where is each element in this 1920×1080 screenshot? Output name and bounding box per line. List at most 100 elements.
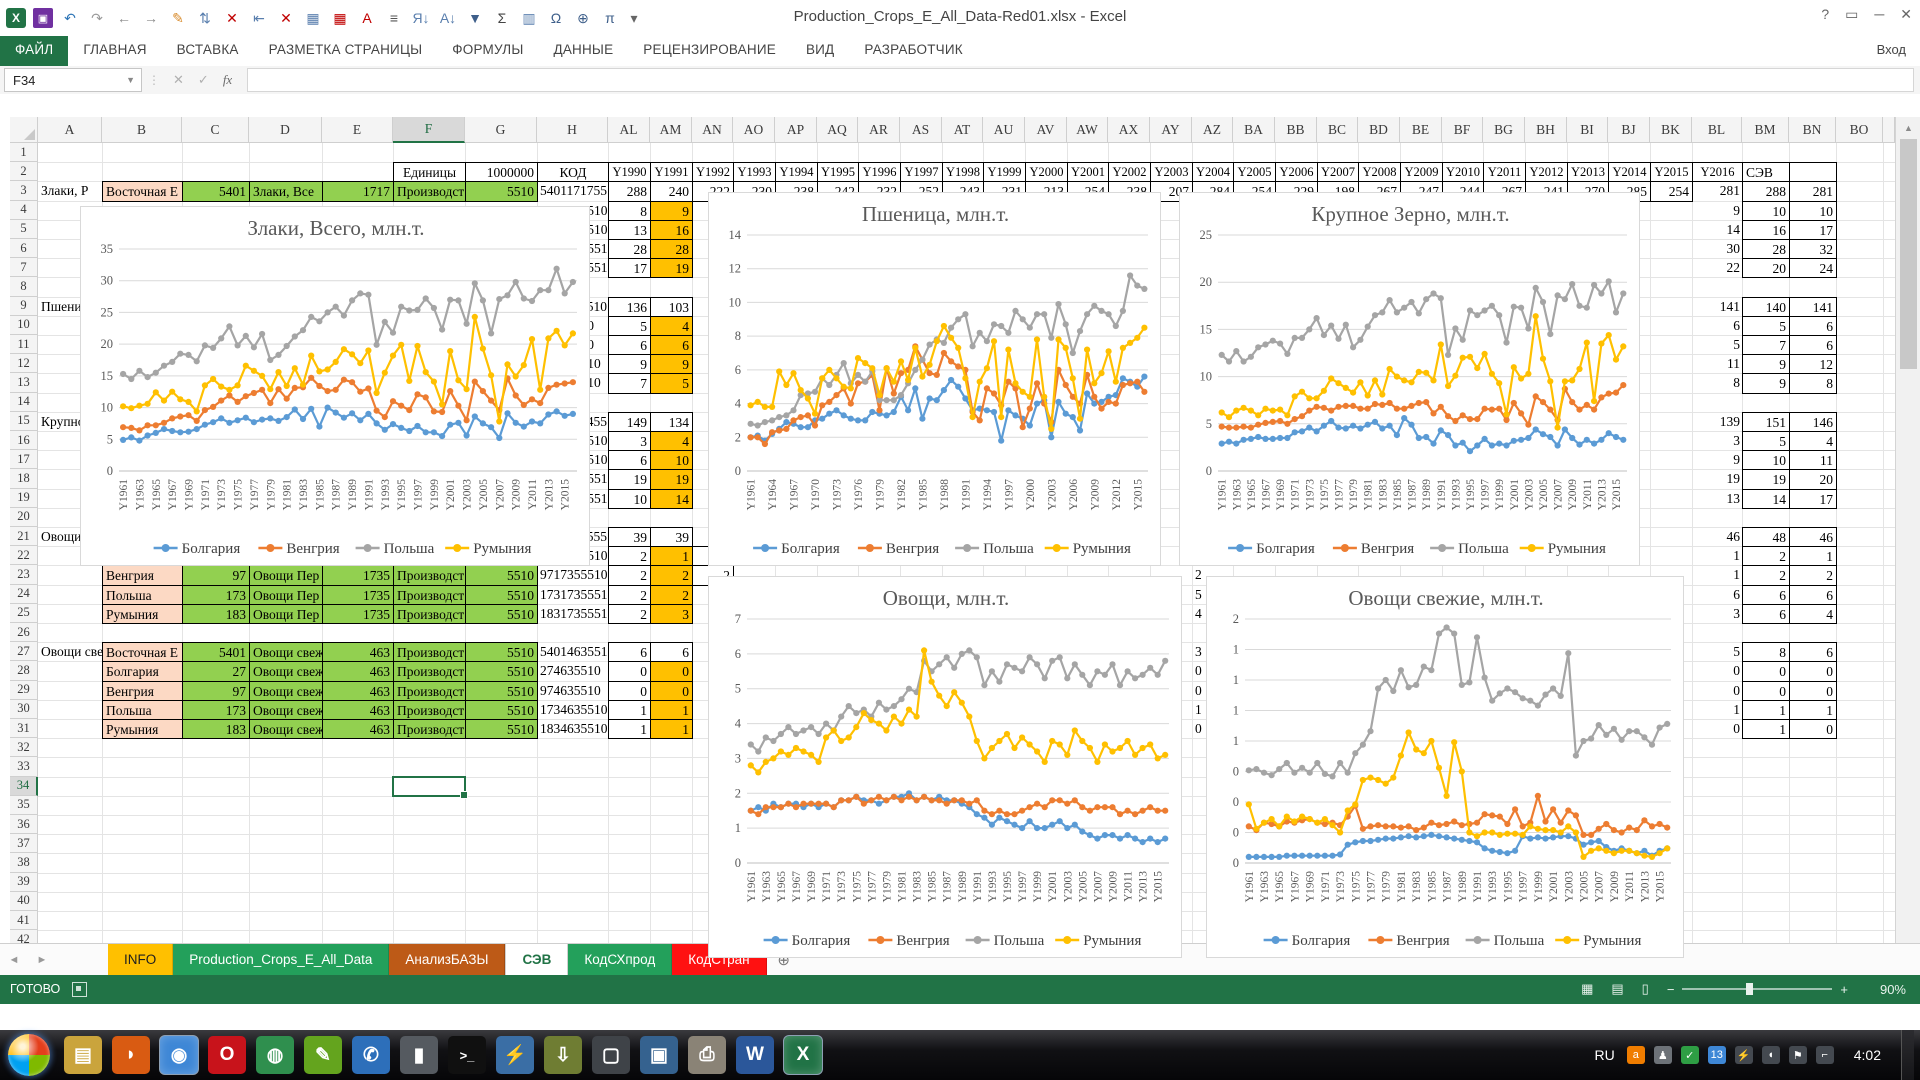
cell-D29[interactable]: Овощи свеж — [249, 681, 323, 701]
normal-view-icon[interactable]: ▦ — [1581, 981, 1593, 997]
chart-2[interactable]: Пшеница, млн.т.02468101214Y1961Y1964Y196… — [708, 192, 1161, 566]
cell-E28[interactable]: 463 — [322, 661, 394, 681]
volume-icon[interactable]: ◖ — [1762, 1046, 1780, 1064]
cell-AM28[interactable]: 0 — [650, 661, 693, 681]
row-header-26[interactable]: 26 — [10, 623, 38, 642]
cell-AP2[interactable]: Y1994 — [775, 162, 818, 182]
cell-C23[interactable]: 97 — [182, 565, 250, 585]
column-header-AU[interactable]: AU — [983, 117, 1025, 143]
row-header-31[interactable]: 31 — [10, 719, 38, 738]
cell-AM30[interactable]: 1 — [650, 700, 693, 720]
cell-BL31[interactable]: 0 — [1692, 719, 1743, 739]
cell-AL18[interactable]: 19 — [608, 469, 651, 489]
cell-BL19[interactable]: 13 — [1692, 489, 1743, 509]
cell-BN13[interactable]: 8 — [1789, 373, 1837, 393]
redo-icon[interactable]: ↷ — [87, 8, 107, 28]
cell-BM28[interactable]: 0 — [1742, 661, 1790, 681]
fill-handle[interactable] — [460, 791, 468, 799]
row-header-15[interactable]: 15 — [10, 412, 38, 431]
cell-AZ2[interactable]: Y2004 — [1192, 162, 1234, 182]
column-header-AX[interactable]: AX — [1108, 117, 1150, 143]
cell-F24[interactable]: Производст — [393, 585, 466, 605]
sheet-nav-right-icon[interactable]: ► — [28, 944, 56, 976]
cell-BM19[interactable]: 14 — [1742, 489, 1790, 509]
column-header-BI[interactable]: BI — [1567, 117, 1608, 143]
cell-AM16[interactable]: 4 — [650, 431, 693, 451]
cell-BK3[interactable]: 254 — [1650, 181, 1693, 201]
cell-AL15[interactable]: 149 — [608, 412, 651, 432]
row-header-29[interactable]: 29 — [10, 681, 38, 700]
sheet-tab-АнализБАЗЫ[interactable]: АнализБАЗЫ — [389, 944, 505, 976]
cancel-icon[interactable]: ✕ — [173, 72, 184, 88]
cell-C27[interactable]: 5401 — [182, 642, 250, 662]
ribbon-tab-вид[interactable]: ВИД — [791, 36, 849, 66]
cell-BM22[interactable]: 2 — [1742, 546, 1790, 566]
select-all-corner[interactable] — [10, 117, 38, 143]
cell-BM4[interactable]: 10 — [1742, 201, 1790, 221]
cell-BL22[interactable]: 1 — [1692, 546, 1743, 566]
cell-AM2[interactable]: Y1991 — [650, 162, 693, 182]
cell-BM10[interactable]: 5 — [1742, 316, 1790, 336]
ribbon-tab-разметка страницы[interactable]: РАЗМЕТКА СТРАНИЦЫ — [254, 36, 438, 66]
cell-AL30[interactable]: 1 — [608, 700, 651, 720]
cell-AL31[interactable]: 1 — [608, 719, 651, 739]
cell-BM30[interactable]: 1 — [1742, 700, 1790, 720]
ribbon-tab-данные[interactable]: ДАННЫЕ — [538, 36, 628, 66]
cell-AM11[interactable]: 6 — [650, 335, 693, 355]
excel-icon[interactable]: X — [784, 1036, 822, 1074]
globe-icon[interactable]: ◍ — [256, 1036, 294, 1074]
cell-B29[interactable]: Венгрия — [102, 681, 183, 701]
cell-BL12[interactable]: 11 — [1692, 354, 1743, 374]
cell-F30[interactable]: Производст — [393, 700, 466, 720]
macro-record-icon[interactable] — [72, 982, 87, 997]
power-icon[interactable]: ⚡ — [1735, 1046, 1753, 1064]
cell-AM12[interactable]: 9 — [650, 354, 693, 374]
row-header-32[interactable]: 32 — [10, 738, 38, 757]
column-header-BG[interactable]: BG — [1483, 117, 1525, 143]
column-header-C[interactable]: C — [182, 117, 249, 143]
cell-G30[interactable]: 5510 — [465, 700, 538, 720]
cell-D31[interactable]: Овощи свеж — [249, 719, 323, 739]
cell-BL3[interactable]: 281 — [1692, 181, 1743, 201]
cell-BM27[interactable]: 8 — [1742, 642, 1790, 662]
delete-sheet-rows-icon[interactable]: ✕ — [276, 8, 296, 28]
column-header-BE[interactable]: BE — [1400, 117, 1442, 143]
cell-BN7[interactable]: 24 — [1789, 258, 1837, 278]
column-header-BL[interactable]: BL — [1692, 117, 1742, 143]
symbol-icon[interactable]: Ω — [546, 8, 566, 28]
cell-BN15[interactable]: 146 — [1789, 412, 1837, 432]
cell-BF2[interactable]: Y2010 — [1442, 162, 1484, 182]
phone-icon[interactable]: ✆ — [352, 1036, 390, 1074]
cell-AS2[interactable]: Y1997 — [900, 162, 943, 182]
cell-BM18[interactable]: 19 — [1742, 469, 1790, 489]
column-header-AT[interactable]: AT — [942, 117, 983, 143]
column-header-AW[interactable]: AW — [1067, 117, 1108, 143]
cell-H29[interactable]: 974635510 — [537, 681, 609, 701]
cell-BL6[interactable]: 30 — [1692, 239, 1743, 259]
cell-BM13[interactable]: 9 — [1742, 373, 1790, 393]
chart-3[interactable]: Крупное Зерно, млн.т.0510152025Y1961Y196… — [1179, 192, 1640, 566]
row-header-5[interactable]: 5 — [10, 220, 38, 239]
cell-BN23[interactable]: 2 — [1789, 565, 1837, 585]
insert-cells-icon[interactable]: ⇤ — [249, 8, 269, 28]
cell-BL13[interactable]: 8 — [1692, 373, 1743, 393]
cell-BM6[interactable]: 28 — [1742, 239, 1790, 259]
cell-AL10[interactable]: 5 — [608, 316, 651, 336]
column-header-BB[interactable]: BB — [1275, 117, 1317, 143]
cell-D23[interactable]: Овощи Пер — [249, 565, 323, 585]
cell-H28[interactable]: 274635510 — [537, 661, 609, 681]
cell-AN2[interactable]: Y1992 — [692, 162, 734, 182]
sort-za-icon[interactable]: А↓ — [438, 8, 458, 28]
cell-BN10[interactable]: 6 — [1789, 316, 1837, 336]
cell-AM25[interactable]: 3 — [650, 604, 693, 624]
terminal-icon[interactable]: >_ — [448, 1036, 486, 1074]
cell-B23[interactable]: Венгрия — [102, 565, 183, 585]
cell-G29[interactable]: 5510 — [465, 681, 538, 701]
cell-BL24[interactable]: 6 — [1692, 585, 1743, 605]
remote-desktop-icon[interactable]: ▣ — [640, 1036, 678, 1074]
cell-BN12[interactable]: 12 — [1789, 354, 1837, 374]
row-header-4[interactable]: 4 — [10, 201, 38, 220]
column-header-AY[interactable]: AY — [1150, 117, 1192, 143]
cell-BG2[interactable]: Y2011 — [1483, 162, 1526, 182]
cell-E25[interactable]: 1735 — [322, 604, 394, 624]
